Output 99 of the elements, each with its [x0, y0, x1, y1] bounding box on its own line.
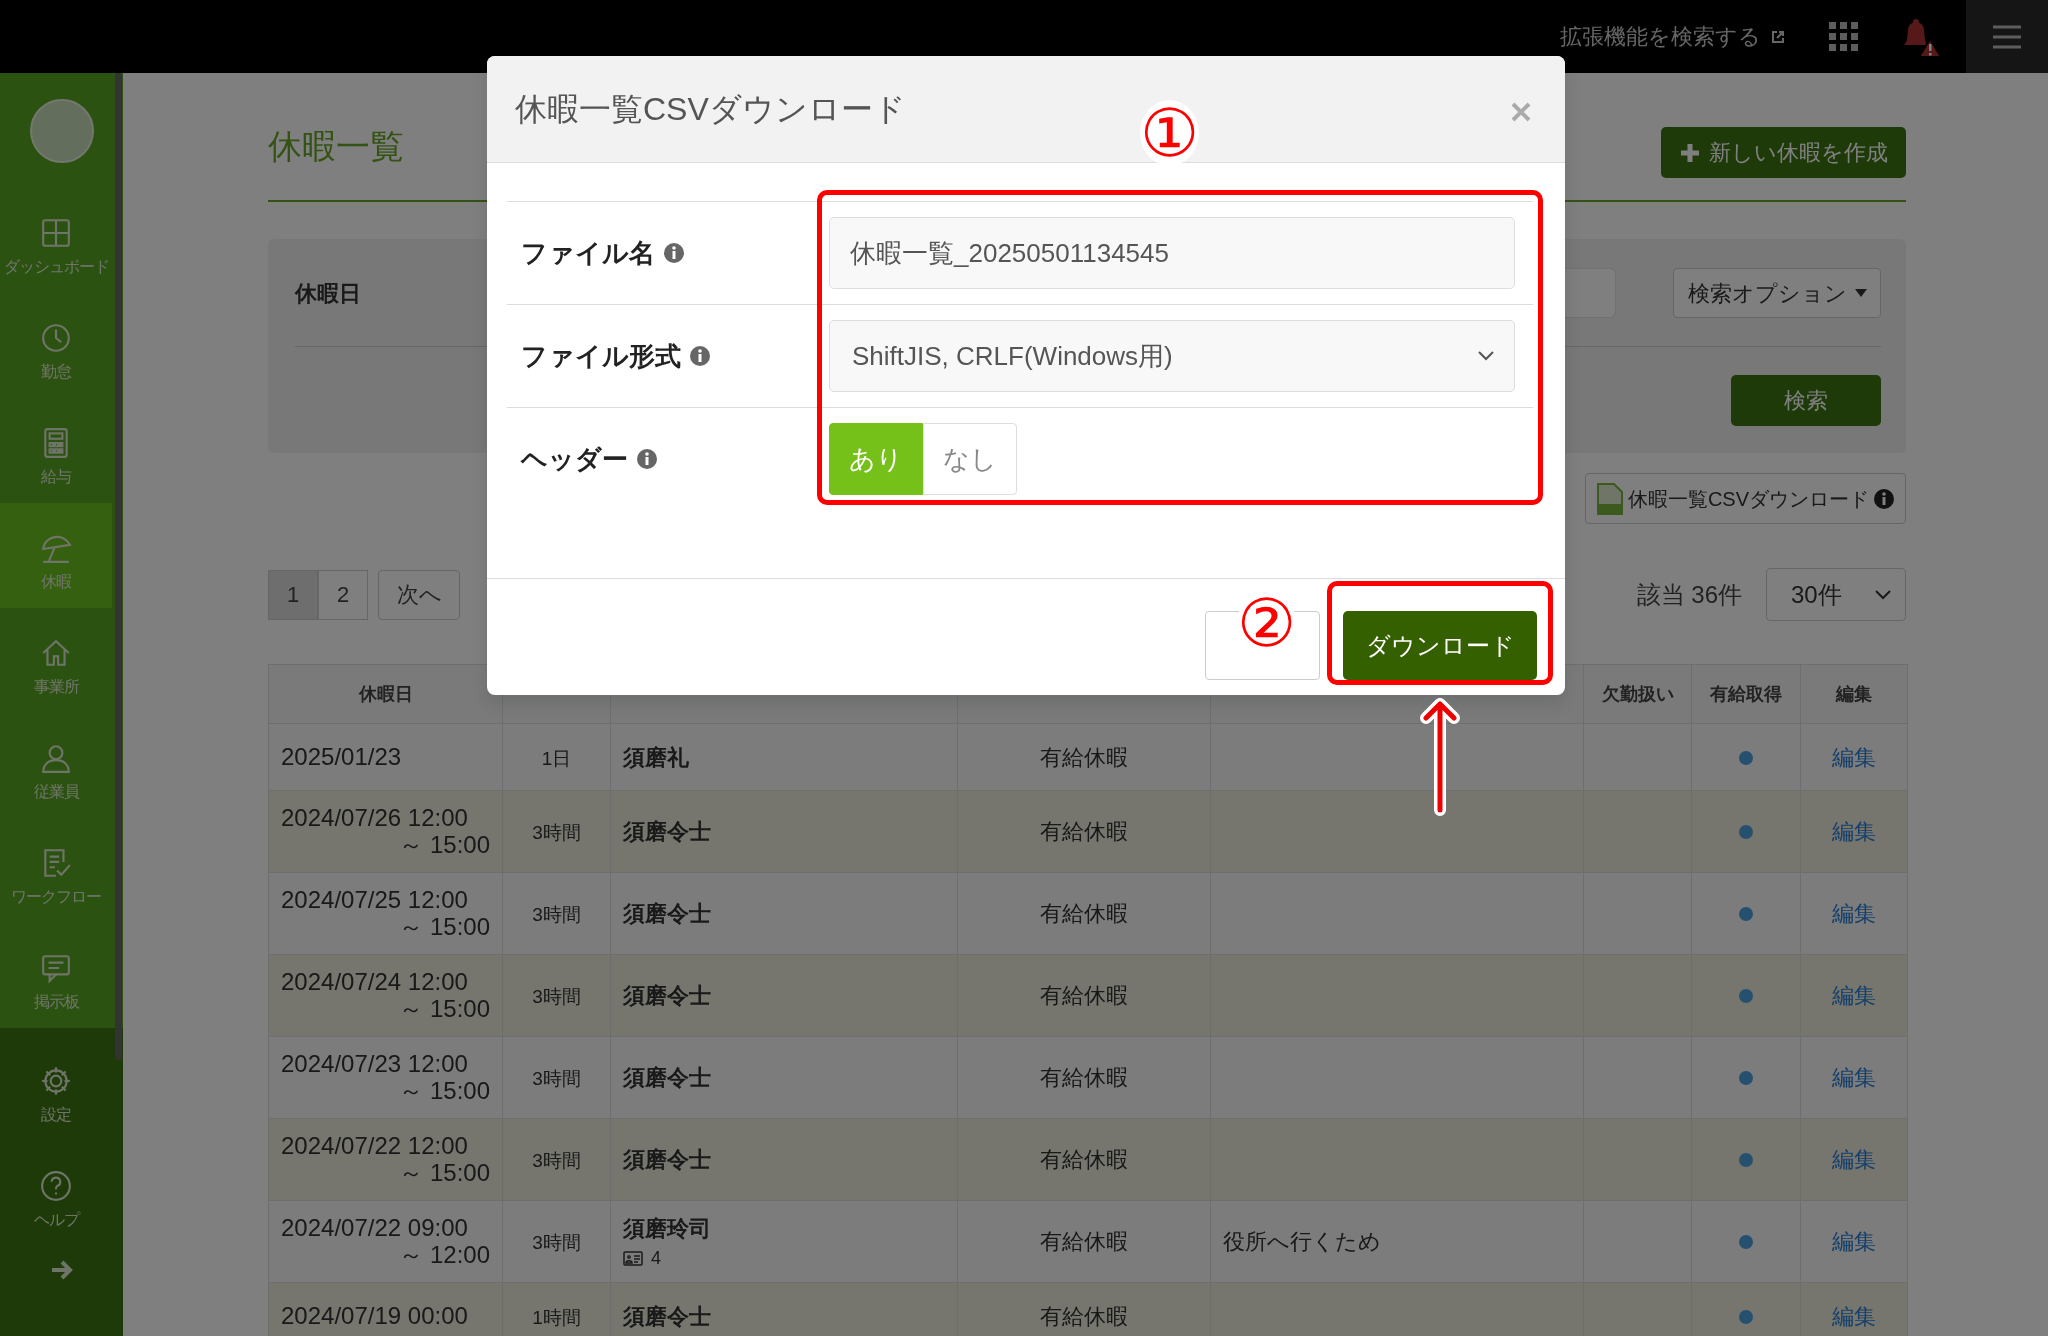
filename-field[interactable]: 休暇一覧_20250501134545: [829, 217, 1515, 289]
employee-name: 須磨礼: [623, 743, 690, 772]
field-label: ヘッダー: [521, 442, 628, 476]
caret-down-icon: [1854, 289, 1867, 297]
filter-label: 休暇日: [295, 279, 361, 308]
column-header: 欠勤扱い: [1583, 664, 1692, 724]
scroll-bar[interactable]: [115, 73, 122, 1060]
employee-name: 須磨令士: [623, 900, 712, 928]
leave-type: 有給休暇: [1040, 1229, 1128, 1254]
duration-cell: 3時間: [532, 986, 581, 1007]
field-label: ファイル名: [521, 236, 655, 270]
column-header: 休暇日: [268, 664, 503, 724]
avatar[interactable]: [28, 97, 95, 164]
edit-link[interactable]: 編集: [1832, 744, 1876, 770]
clock-icon: [40, 321, 72, 354]
column-header: 有給取得: [1691, 664, 1801, 724]
external-link-icon: [1771, 29, 1785, 44]
duration-cell: 3時間: [532, 1150, 581, 1171]
date-cell: 2024/07/22 12:00 ～ 15:00: [281, 1133, 490, 1186]
info-icon: [663, 242, 685, 264]
toggle-option[interactable]: あり: [829, 423, 923, 495]
edit-link[interactable]: 編集: [1832, 819, 1876, 844]
sidebar-item[interactable]: ワークフロー: [0, 818, 112, 923]
csv-download-button[interactable]: 休暇一覧CSVダウンロード: [1584, 473, 1906, 524]
leave-type: 有給休暇: [1040, 1065, 1128, 1090]
duration-cell: 3時間: [532, 904, 581, 925]
file-format-select[interactable]: ShiftJIS, CRLF(Windows用): [829, 320, 1515, 392]
help-icon: [40, 1169, 72, 1202]
search-options-button[interactable]: 検索オプション: [1673, 268, 1881, 318]
leave-type: 有給休暇: [1040, 1147, 1128, 1172]
employee-name: 須磨玲司: [623, 1214, 712, 1243]
csv-file-icon: [1595, 481, 1624, 516]
column-header: 編集: [1800, 664, 1908, 724]
menu-icon: [1991, 23, 2023, 50]
gear-icon: [40, 1064, 72, 1097]
date-cell: 2024/07/23 12:00 ～ 15:00: [281, 1051, 490, 1104]
employee-name: 須磨令士: [623, 1146, 712, 1174]
new-leave-button[interactable]: 新しい休暇を作成: [1661, 127, 1906, 178]
page-button[interactable]: 次へ: [378, 569, 460, 620]
duration-cell: 1日: [541, 747, 572, 769]
leave-type: 有給休暇: [1040, 1303, 1128, 1329]
employee-name: 須磨令士: [623, 1302, 712, 1331]
per-page-select[interactable]: 30件: [1766, 568, 1906, 621]
sidebar-item[interactable]: 事業所: [0, 608, 112, 713]
date-cell: 2024/07/22 09:00 ～ 12:00: [281, 1215, 490, 1268]
date-cell-text: 2024/07/19 00:00: [281, 1302, 469, 1330]
sidebar-item[interactable]: 給与: [0, 398, 112, 503]
page-button[interactable]: 2: [318, 569, 368, 620]
sidebar-item[interactable]: 従業員: [0, 713, 112, 818]
extension-search-link[interactable]: 拡張機能を検索する: [1560, 20, 1785, 53]
date-cell-text: 2025/01/23: [281, 743, 403, 771]
edit-link[interactable]: 編集: [1832, 901, 1876, 926]
sidebar-item[interactable]: 休暇: [0, 503, 112, 608]
edit-link[interactable]: 編集: [1832, 1303, 1876, 1329]
field-label: ファイル形式: [521, 339, 681, 373]
menu-button[interactable]: [1966, 0, 2048, 73]
duration-cell: 3時間: [532, 822, 581, 843]
duration-cell: 1時間: [532, 1306, 581, 1328]
leave-type: 有給休暇: [1040, 901, 1128, 926]
leave-type: 有給休暇: [1040, 819, 1128, 844]
info-icon: [689, 345, 711, 367]
note-text: 役所へ行くため: [1223, 1229, 1381, 1254]
duration-cell: 3時間: [532, 1068, 581, 1089]
toggle-option[interactable]: なし: [923, 423, 1017, 495]
page-title: 休暇一覧: [268, 125, 404, 167]
date-cell: 2024/07/24 12:00 ～ 15:00: [281, 969, 490, 1022]
duration-cell: 3時間: [532, 1232, 581, 1253]
sidebar-item[interactable]: ヘルプ: [0, 1141, 112, 1246]
id-card-icon: [623, 1250, 643, 1266]
download-button[interactable]: ダウンロード: [1343, 611, 1537, 680]
info-icon: [636, 448, 658, 470]
edit-link[interactable]: 編集: [1832, 1065, 1876, 1090]
leave-type: 有給休暇: [1040, 983, 1128, 1008]
chevron-down-icon: [1478, 351, 1494, 361]
employee-name: 須磨令士: [623, 818, 712, 846]
plus-icon: [1679, 141, 1701, 164]
employee-count: 4: [651, 1246, 661, 1270]
arrow-right-icon[interactable]: [49, 1260, 74, 1280]
modal-title: 休暇一覧CSVダウンロード: [515, 90, 906, 129]
grid-icon: [40, 216, 72, 249]
info-icon: [1873, 487, 1895, 510]
date-cell: 2024/07/25 12:00 ～ 15:00: [281, 887, 490, 940]
close-icon: [1511, 102, 1531, 123]
search-button[interactable]: 検索: [1731, 375, 1881, 426]
edit-link[interactable]: 編集: [1832, 1147, 1876, 1172]
page-button[interactable]: 1: [268, 569, 318, 620]
sidebar-item[interactable]: 設定: [0, 1036, 112, 1141]
leave-type: 有給休暇: [1040, 744, 1128, 770]
apps-grid-icon[interactable]: [1829, 22, 1858, 51]
edit-link[interactable]: 編集: [1832, 983, 1876, 1008]
employee-name: 須磨令士: [623, 1064, 712, 1092]
sidebar-item[interactable]: 勤怠: [0, 293, 112, 398]
edit-link[interactable]: 編集: [1832, 1229, 1876, 1254]
date-cell: 2024/07/26 12:00 ～ 15:00: [281, 805, 490, 858]
employee-name: 須磨令士: [623, 982, 712, 1010]
sidebar-item[interactable]: ダッシュボード: [0, 188, 112, 293]
sidebar-item[interactable]: 掲示板: [0, 923, 112, 1028]
result-count: 該当 36件: [1636, 579, 1742, 610]
chevron-down-icon: [1875, 589, 1891, 600]
